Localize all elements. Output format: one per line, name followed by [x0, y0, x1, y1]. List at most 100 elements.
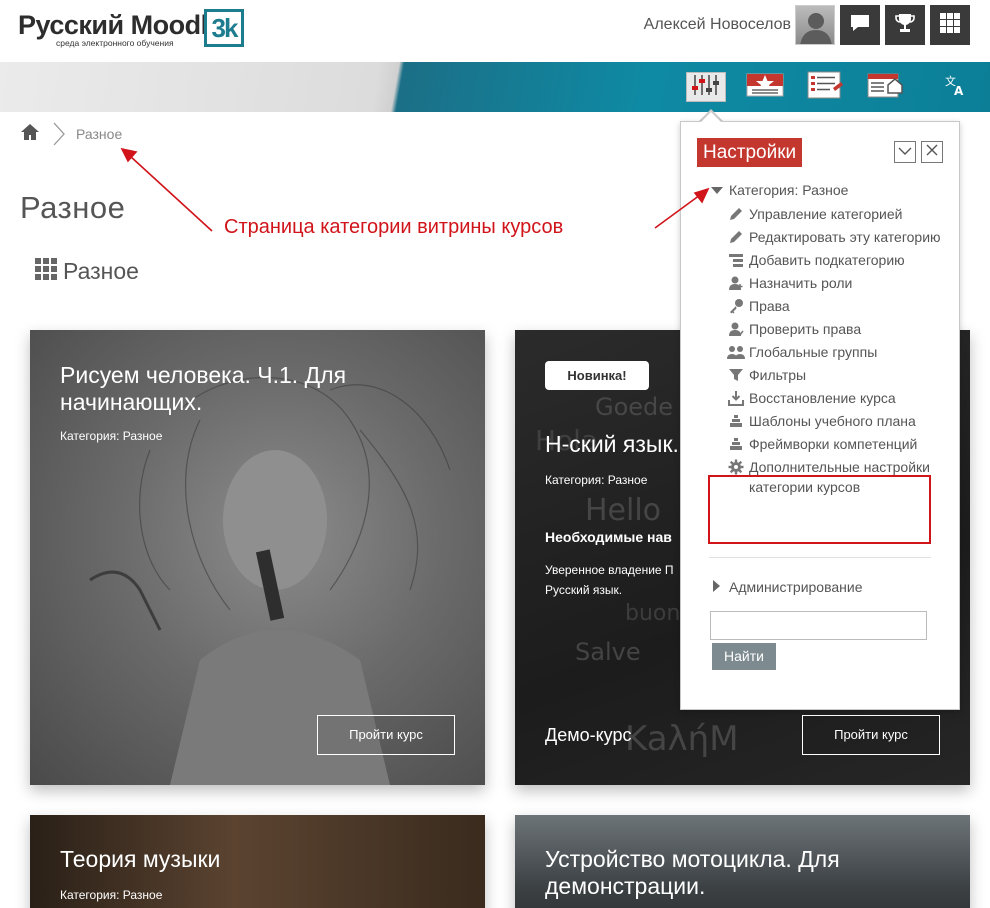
settings-menu: Управление категорией Редактировать эту …: [727, 204, 947, 500]
menu-item-edit-category[interactable]: Редактировать эту категорию: [727, 227, 947, 247]
tree-root-label: Категория: Разное: [729, 182, 849, 198]
menu-item-check-permissions[interactable]: Проверить права: [727, 319, 947, 339]
menu-item-assign-roles[interactable]: Назначить роли: [727, 273, 947, 293]
course-category: Категория: Разное: [545, 473, 648, 487]
menu-item-label: Проверить права: [749, 321, 862, 337]
settings-toggle-button[interactable]: [686, 72, 726, 102]
apps-grid-button[interactable]: [930, 5, 970, 45]
featured-courses-button[interactable]: [745, 72, 785, 102]
menu-item-restore-course[interactable]: Восстановление курса: [727, 388, 947, 408]
tree-root-category[interactable]: Категория: Разное: [711, 182, 848, 198]
course-title[interactable]: Устройство мотоцикла. Для демонстрации.: [545, 846, 925, 900]
svg-text:buon: buon: [625, 601, 680, 626]
menu-item-label: Редактировать эту категорию: [749, 229, 941, 245]
caret-down-icon: [711, 182, 723, 198]
dashboard-home-icon: [866, 71, 904, 104]
settings-panel: Настройки Категория: Разное Управление к…: [680, 121, 960, 710]
trophy-icon: [894, 12, 916, 39]
achievements-button[interactable]: [885, 5, 925, 45]
search-button[interactable]: Найти: [712, 643, 776, 670]
course-requirements-line-1: Уверенное владение П: [545, 563, 674, 577]
pencil-icon: [727, 227, 745, 247]
template-icon: [727, 411, 745, 431]
language-button[interactable]: 文A: [935, 72, 975, 102]
breadcrumb-separator-icon: [52, 122, 66, 146]
tree-administration[interactable]: Администрирование: [713, 579, 863, 595]
new-badge: Новинка!: [545, 361, 649, 390]
logo-text: Русский Moodle: [18, 10, 223, 40]
chevron-down-icon: [898, 143, 912, 161]
course-title[interactable]: Рисуем человека. Ч.1. Для начинающих.: [60, 362, 440, 416]
menu-item-cohorts[interactable]: Глобальные группы: [727, 342, 947, 362]
assign-roles-icon: [727, 273, 745, 293]
avatar[interactable]: [795, 5, 835, 45]
annotation-label: Страница категории витрины курсов: [224, 216, 564, 238]
course-card[interactable]: Теория музыки Категория: Разное: [30, 815, 485, 908]
course-card[interactable]: Рисуем человека. Ч.1. Для начинающих. Ка…: [30, 330, 485, 785]
key-icon: [727, 296, 745, 316]
course-title[interactable]: Теория музыки: [60, 846, 440, 873]
check-permissions-icon: [727, 319, 745, 339]
collapse-button[interactable]: [894, 141, 916, 163]
site-logo[interactable]: Русский Moodle среда электронного обучен…: [18, 8, 244, 50]
enter-course-button[interactable]: Пройти курс: [317, 715, 455, 755]
menu-item-permissions[interactable]: Права: [727, 296, 947, 316]
gear-icon: [727, 457, 745, 477]
page-title: Разное: [20, 190, 126, 225]
breadcrumb: Разное: [20, 122, 122, 146]
competency-icon: [727, 434, 745, 454]
restore-icon: [727, 388, 745, 408]
highlight-annotation-box: [708, 475, 931, 544]
checklist-icon: [806, 71, 844, 104]
menu-item-competency-frameworks[interactable]: Фреймворки компетенций: [727, 434, 947, 454]
panel-pointer-inner: [701, 112, 721, 122]
panel-title: Настройки: [697, 138, 803, 167]
close-icon: [926, 143, 938, 161]
course-requirements-heading: Необходимые нав: [545, 529, 672, 545]
menu-item-label: Восстановление курса: [749, 390, 896, 406]
checklist-button[interactable]: [805, 71, 845, 104]
menu-item-label: Добавить подкатегорию: [749, 252, 905, 268]
top-header: Русский Moodle среда электронного обучен…: [0, 0, 990, 62]
settings-search-input[interactable]: [710, 611, 927, 640]
menu-item-label: Управление категорией: [749, 206, 903, 222]
messages-icon: [849, 12, 871, 39]
menu-item-label: Права: [749, 298, 790, 314]
menu-item-filters[interactable]: Фильтры: [727, 365, 947, 385]
nav-band: 文A: [0, 62, 990, 112]
breadcrumb-current[interactable]: Разное: [76, 126, 122, 142]
logo-subtitle: среда электронного обучения: [56, 38, 174, 48]
settings-sliders-icon: [689, 73, 723, 102]
administration-label: Администрирование: [729, 579, 863, 595]
groups-icon: [727, 342, 745, 362]
panel-divider: [709, 557, 931, 558]
caret-right-icon: [713, 579, 721, 595]
menu-item-manage-category[interactable]: Управление категорией: [727, 204, 947, 224]
course-category: Категория: Разное: [60, 888, 163, 902]
course-card[interactable]: Устройство мотоцикла. Для демонстрации.: [515, 815, 970, 908]
menu-item-label: Шаблоны учебного плана: [749, 413, 916, 429]
category-heading: Разное: [35, 258, 139, 285]
user-name[interactable]: Алексей Новоселов: [644, 16, 791, 34]
menu-item-learning-plan-templates[interactable]: Шаблоны учебного плана: [727, 411, 947, 431]
dashboard-button[interactable]: [865, 72, 905, 102]
translate-icon: 文A: [943, 73, 967, 102]
menu-item-label: Глобальные группы: [749, 344, 878, 360]
course-category: Категория: Разное: [60, 429, 163, 443]
home-icon[interactable]: [20, 123, 40, 146]
menu-item-label: Фреймворки компетенций: [749, 436, 918, 452]
course-requirements-line-2: Русский язык.: [545, 583, 623, 597]
close-button[interactable]: [921, 141, 943, 163]
category-heading-label: Разное: [63, 258, 139, 284]
svg-text:KaλήM: KaλήM: [625, 719, 739, 759]
svg-text:Salve: Salve: [575, 638, 641, 666]
svg-text:A: A: [954, 84, 964, 97]
messages-button[interactable]: [840, 5, 880, 45]
svg-text:Hello: Hello: [585, 493, 661, 528]
filter-icon: [727, 365, 745, 385]
grid-icon: [939, 12, 961, 39]
demo-course-link[interactable]: Демо-курс: [545, 725, 631, 746]
enter-course-button[interactable]: Пройти курс: [802, 715, 940, 755]
svg-text:Goede: Goede: [595, 393, 673, 421]
menu-item-add-subcategory[interactable]: Добавить подкатегорию: [727, 250, 947, 270]
